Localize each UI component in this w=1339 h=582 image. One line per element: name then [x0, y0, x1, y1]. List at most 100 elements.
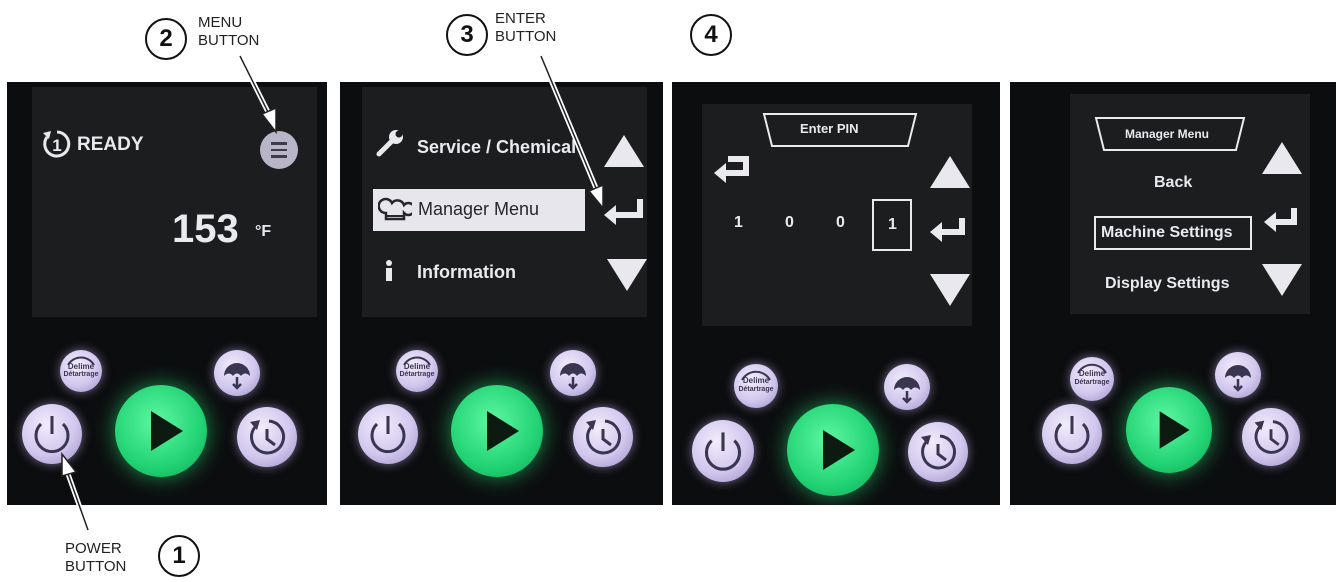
- power-icon: [1054, 416, 1090, 454]
- panel-ready-screen: 1 READY 153 °F Delime Détartrage: [7, 82, 327, 505]
- cycle-button[interactable]: [237, 407, 297, 467]
- drain-button[interactable]: [1215, 352, 1261, 398]
- delime-label-line1: Delime: [742, 376, 770, 386]
- menu-item-display-settings[interactable]: Display Settings: [1105, 275, 1229, 293]
- callout-menu-line2: BUTTON: [198, 32, 260, 49]
- callout-power-number: 1: [158, 535, 200, 577]
- chef-hat-icon: [378, 197, 412, 221]
- panel-main-menu: Service / Chemical Manager Menu Informat…: [340, 82, 663, 505]
- power-button[interactable]: [692, 420, 754, 482]
- up-arrow-icon[interactable]: [604, 135, 644, 167]
- down-arrow-icon[interactable]: [930, 274, 970, 306]
- play-icon: [151, 411, 183, 451]
- power-icon: [370, 416, 406, 454]
- cycle-button-icon: [586, 419, 622, 455]
- pin-digit-3[interactable]: 0: [836, 214, 845, 232]
- power-icon: [34, 416, 70, 454]
- callout-step4-number: 4: [690, 14, 732, 56]
- delime-label-line1: Delime: [67, 361, 95, 371]
- wrench-icon: [376, 130, 403, 157]
- cycle-button[interactable]: [573, 407, 633, 467]
- down-arrow-icon[interactable]: [1262, 264, 1302, 296]
- callout-menu-number: 2: [145, 18, 187, 60]
- callout-enter-number: 3: [446, 14, 488, 56]
- display-screen: Service / Chemical Manager Menu Informat…: [362, 87, 647, 317]
- up-arrow-icon[interactable]: [930, 156, 970, 188]
- play-icon: [1159, 411, 1190, 449]
- svg-text:1: 1: [52, 136, 61, 155]
- screen-title: Manager Menu: [1125, 127, 1210, 141]
- drain-button[interactable]: [884, 364, 930, 410]
- delime-label: Delime Détartrage: [1070, 369, 1114, 386]
- menu-icon[interactable]: [260, 131, 298, 169]
- pin-digit-2[interactable]: 0: [785, 214, 794, 232]
- menu-item-information[interactable]: Information: [417, 262, 516, 283]
- status-text: READY: [77, 134, 144, 155]
- menu-item-back[interactable]: Back: [1154, 174, 1192, 192]
- drain-button[interactable]: [214, 350, 260, 396]
- delime-label: Delime Détartrage: [734, 376, 778, 393]
- temperature-unit: °F: [255, 223, 272, 240]
- drain-button[interactable]: [550, 350, 596, 396]
- delime-label: Delime Détartrage: [396, 361, 438, 379]
- start-button[interactable]: [787, 404, 879, 496]
- down-arrow-icon[interactable]: [607, 259, 647, 291]
- temperature-value: 153: [172, 207, 239, 251]
- cycle-button[interactable]: [908, 422, 968, 482]
- delime-button[interactable]: Delime Détartrage: [396, 350, 438, 392]
- enter-icon[interactable]: [600, 195, 647, 227]
- start-button[interactable]: [115, 385, 207, 477]
- menu-item-service[interactable]: Service / Chemical: [417, 137, 576, 158]
- delime-button[interactable]: Delime Détartrage: [1070, 357, 1114, 401]
- enter-icon[interactable]: [926, 214, 970, 244]
- callout-power-line2: BUTTON: [65, 558, 127, 575]
- callout-enter-line2: BUTTON: [495, 28, 557, 45]
- delime-label-line2: Détartrage: [738, 385, 774, 393]
- drain-icon: [1225, 365, 1251, 392]
- drain-icon: [224, 363, 250, 390]
- up-arrow-icon[interactable]: [1262, 142, 1302, 174]
- enter-icon[interactable]: [1260, 204, 1302, 234]
- display-screen: Enter PIN 1 0 0 1: [702, 104, 972, 326]
- callout-menu-label: MENU BUTTON: [198, 14, 259, 50]
- delime-button[interactable]: Delime Détartrage: [60, 350, 102, 392]
- menu-item-manager[interactable]: Manager Menu: [418, 199, 539, 220]
- delime-label-line2: Détartrage: [399, 370, 435, 378]
- callout-enter-label: ENTER BUTTON: [495, 10, 556, 46]
- pin-digit-4[interactable]: 1: [888, 216, 897, 234]
- power-icon: [704, 432, 742, 471]
- menu-item-machine-settings[interactable]: Machine Settings: [1101, 224, 1233, 242]
- delime-label-line2: Détartrage: [63, 370, 99, 378]
- cycle-button-icon: [250, 419, 286, 455]
- info-icon: [386, 260, 392, 281]
- callout-enter-line1: ENTER: [495, 10, 546, 27]
- callout-power-label: POWER BUTTON: [65, 540, 126, 576]
- callout-menu-line1: MENU: [198, 14, 243, 31]
- power-button[interactable]: [358, 404, 418, 464]
- delime-label-line1: Delime: [403, 361, 431, 371]
- cycle-button[interactable]: [1242, 408, 1300, 466]
- display-screen: 1 READY 153 °F: [32, 87, 317, 317]
- cycle-button-icon: [921, 434, 957, 470]
- pin-digit-1[interactable]: 1: [734, 214, 743, 232]
- display-screen: Manager Menu Back Machine Settings Displ…: [1070, 94, 1310, 314]
- panel-manager-menu: Manager Menu Back Machine Settings Displ…: [1010, 82, 1336, 505]
- screen-title: Enter PIN: [800, 121, 859, 136]
- start-button[interactable]: [451, 385, 543, 477]
- start-button[interactable]: [1126, 387, 1212, 473]
- delime-label-line2: Détartrage: [1074, 378, 1110, 386]
- drain-icon: [894, 377, 920, 404]
- play-icon: [823, 430, 855, 470]
- drain-icon: [560, 363, 586, 390]
- back-icon[interactable]: [712, 151, 752, 185]
- cycle-button-icon: [1254, 420, 1289, 454]
- callout-power-line1: POWER: [65, 540, 122, 557]
- delime-label-line1: Delime: [1078, 369, 1106, 379]
- power-button[interactable]: [1042, 404, 1102, 464]
- power-button[interactable]: [22, 404, 82, 464]
- delime-button[interactable]: Delime Détartrage: [734, 364, 778, 408]
- play-icon: [487, 411, 519, 451]
- delime-label: Delime Détartrage: [60, 361, 102, 379]
- panel-enter-pin: Enter PIN 1 0 0 1 Delime Détartrage: [672, 82, 1000, 505]
- cycle-icon: 1: [43, 130, 71, 158]
